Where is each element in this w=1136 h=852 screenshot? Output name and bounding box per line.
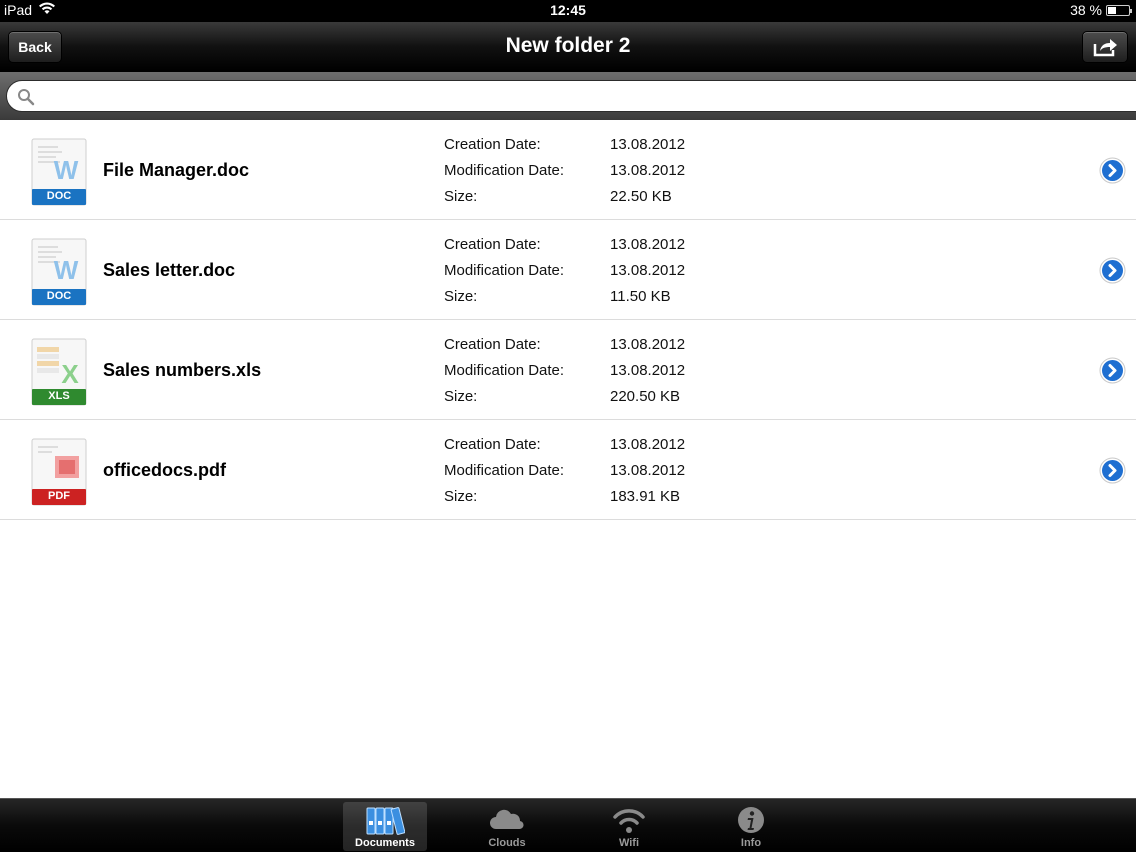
share-icon (1093, 39, 1117, 57)
tab-bar: Documents Clouds Wifi Info (0, 798, 1136, 852)
creation-date-label: Creation Date: (444, 136, 541, 153)
tab-label: Documents (355, 837, 415, 849)
navigation-bar: Back New folder 2 (0, 22, 1136, 72)
size-value: 183.91 KB (610, 488, 681, 505)
page-title: New folder 2 (505, 34, 631, 57)
file-name: Sales letter.doc (103, 260, 236, 280)
size-label: Size: (444, 288, 478, 305)
tab-wifi[interactable]: Wifi (587, 802, 671, 851)
search-input[interactable] (39, 85, 1129, 107)
status-bar: iPad 12:45 38 % (0, 0, 1136, 22)
modification-date-value: 13.08.2012 (610, 362, 686, 379)
file-name: officedocs.pdf (103, 460, 227, 480)
tab-label: Clouds (488, 837, 526, 849)
doc-file-icon: W DOC (30, 238, 88, 306)
file-type-badge: DOC (46, 290, 72, 302)
detail-disclosure-icon[interactable] (1099, 457, 1126, 484)
modification-date-label: Modification Date: (444, 162, 565, 179)
file-type-badge: DOC (46, 190, 72, 202)
tab-label: Info (740, 837, 762, 849)
creation-date-value: 13.08.2012 (610, 136, 686, 153)
modification-date-value: 13.08.2012 (610, 262, 686, 279)
battery-fill (1108, 6, 1116, 14)
tab-clouds[interactable]: Clouds (465, 802, 549, 851)
svg-text:W: W (54, 155, 79, 185)
creation-date-label: Creation Date: (444, 436, 541, 453)
search-icon (18, 89, 35, 106)
file-list: W DOC File Manager.doc Creation Date: 13… (0, 120, 1136, 520)
modification-date-label: Modification Date: (444, 462, 565, 479)
svg-text:W: W (54, 255, 79, 285)
info-icon (709, 805, 793, 837)
size-value: 22.50 KB (610, 188, 672, 205)
file-row[interactable]: PDF officedocs.pdf Creation Date: 13.08.… (0, 420, 1136, 520)
detail-disclosure-icon[interactable] (1099, 157, 1126, 184)
file-type-badge: XLS (48, 390, 70, 402)
battery-icon (1106, 4, 1132, 16)
creation-date-value: 13.08.2012 (610, 336, 686, 353)
search-bar (0, 72, 1136, 120)
pdf-file-icon: PDF (30, 438, 88, 506)
creation-date-label: Creation Date: (444, 336, 541, 353)
modification-date-value: 13.08.2012 (610, 462, 686, 479)
tab-info[interactable]: Info (709, 802, 793, 851)
size-value: 220.50 KB (610, 388, 681, 405)
file-name: File Manager.doc (103, 160, 250, 180)
file-row[interactable]: W DOC Sales letter.doc Creation Date: 13… (0, 220, 1136, 320)
detail-disclosure-icon[interactable] (1099, 257, 1126, 284)
status-time: 12:45 (550, 2, 586, 18)
size-label: Size: (444, 388, 478, 405)
detail-disclosure-icon[interactable] (1099, 357, 1126, 384)
file-row[interactable]: X XLS Sales numbers.xls Creation Date: 1… (0, 320, 1136, 420)
modification-date-label: Modification Date: (444, 362, 565, 379)
cloud-icon (465, 805, 549, 837)
battery-indicator: 38 % (1070, 2, 1132, 18)
creation-date-value: 13.08.2012 (610, 436, 686, 453)
file-type-badge: PDF (48, 490, 70, 502)
modification-date-value: 13.08.2012 (610, 162, 686, 179)
documents-icon (343, 805, 427, 837)
share-button[interactable] (1082, 31, 1128, 63)
size-label: Size: (444, 488, 478, 505)
file-name: Sales numbers.xls (103, 360, 262, 380)
size-label: Size: (444, 188, 478, 205)
file-row[interactable]: W DOC File Manager.doc Creation Date: 13… (0, 120, 1136, 220)
wifi-icon (587, 805, 671, 837)
xls-file-icon: X XLS (30, 338, 88, 406)
doc-file-icon: W DOC (30, 138, 88, 206)
tab-documents[interactable]: Documents (343, 802, 427, 851)
svg-text:X: X (61, 359, 79, 389)
tab-label: Wifi (618, 837, 640, 849)
battery-percent: 38 % (1070, 2, 1102, 18)
creation-date-value: 13.08.2012 (610, 236, 686, 253)
modification-date-label: Modification Date: (444, 262, 565, 279)
search-field[interactable] (6, 80, 1136, 112)
size-value: 11.50 KB (610, 288, 671, 305)
creation-date-label: Creation Date: (444, 236, 541, 253)
